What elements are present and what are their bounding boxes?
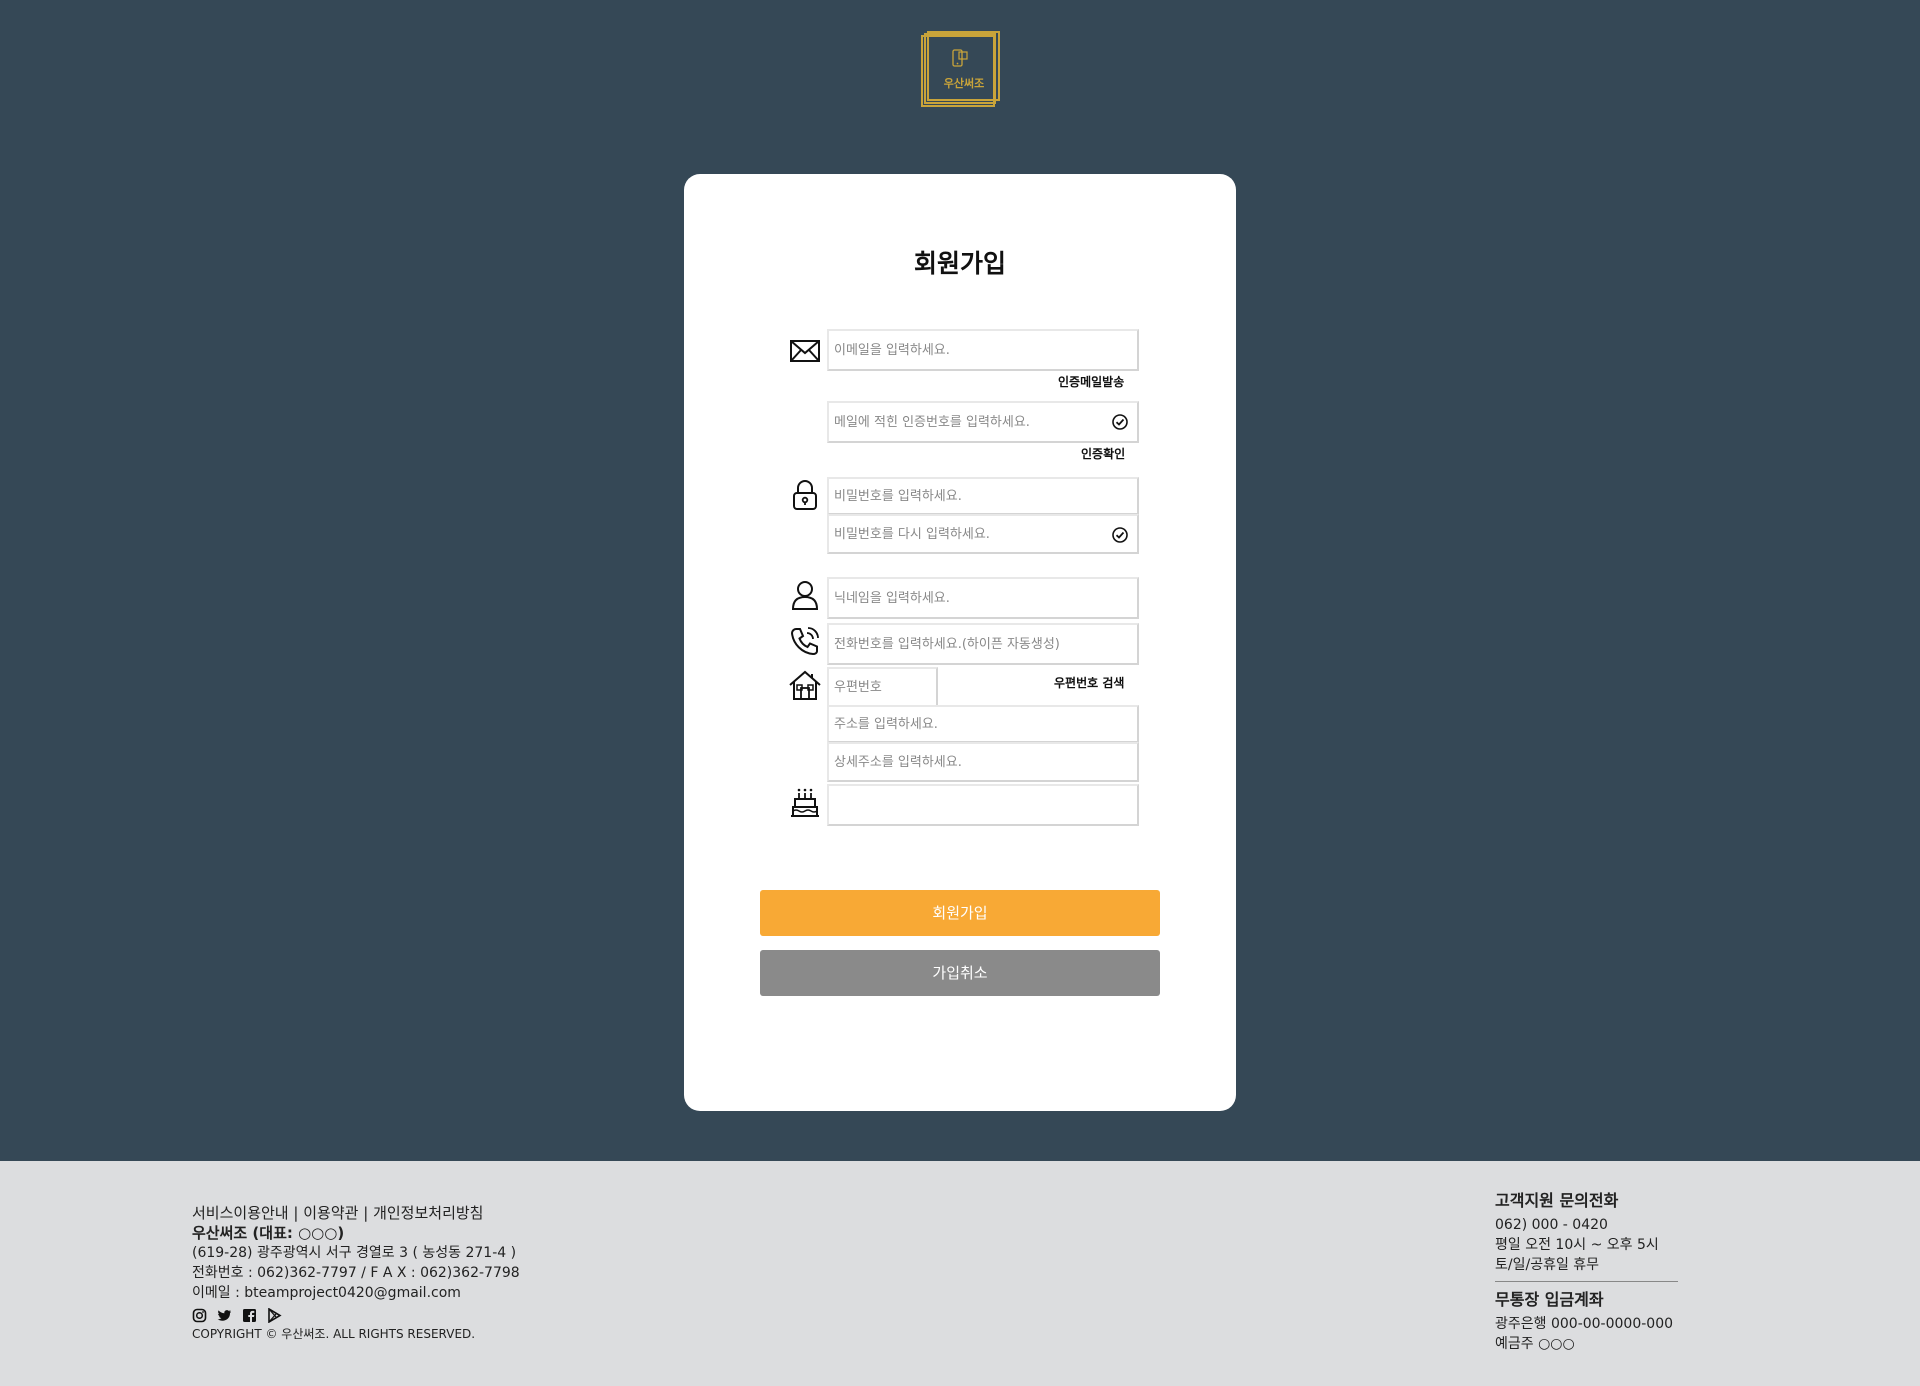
password-input[interactable] bbox=[829, 479, 1137, 513]
password-confirm-input[interactable] bbox=[829, 516, 1137, 552]
phone-icon bbox=[788, 624, 822, 658]
company-address: (619-28) 광주광역시 서구 경열로 3 ( 농성동 271-4 ) bbox=[192, 1245, 517, 1261]
address-field[interactable] bbox=[827, 705, 1139, 743]
password-field[interactable] bbox=[827, 477, 1139, 515]
support-holiday: 토/일/공휴일 휴무 bbox=[1495, 1257, 1600, 1273]
site-logo[interactable]: 우산써조 bbox=[921, 31, 1000, 108]
envelope-icon bbox=[788, 334, 822, 368]
address-detail-input[interactable] bbox=[829, 744, 1137, 780]
zipcode-search-button[interactable]: 우편번호 검색 bbox=[1054, 674, 1124, 691]
signup-card: 회원가입 인증메일발송 인증확인 우편번호 검색 bbox=[684, 174, 1236, 1111]
phone-input[interactable] bbox=[829, 625, 1137, 663]
nickname-input[interactable] bbox=[829, 579, 1137, 617]
support-hours: 평일 오전 10시 ~ 오후 5시 bbox=[1495, 1237, 1659, 1253]
birthday-field[interactable] bbox=[827, 784, 1139, 826]
site-footer: 서비스이용안내 | 이용약관 | 개인정보처리방침 우산써조 (대표: ○○○)… bbox=[0, 1161, 1920, 1386]
zipcode-field[interactable] bbox=[827, 667, 938, 707]
instagram-icon[interactable] bbox=[192, 1308, 207, 1323]
company-phone-fax: 전화번호 : 062)362-7797 / F A X : 062)362-77… bbox=[192, 1265, 520, 1281]
phone-logo-icon bbox=[952, 49, 968, 67]
bank-holder: 예금주 ○○○ bbox=[1495, 1336, 1575, 1352]
address-detail-field[interactable] bbox=[827, 742, 1139, 782]
email-field[interactable] bbox=[827, 329, 1139, 371]
bank-title: 무통장 입금계좌 bbox=[1495, 1290, 1604, 1309]
home-icon bbox=[788, 668, 822, 702]
check-circle-icon bbox=[1112, 414, 1128, 430]
terms-link[interactable]: 이용약관 bbox=[303, 1204, 358, 1222]
verification-code-field[interactable] bbox=[827, 401, 1139, 443]
birthday-input[interactable] bbox=[829, 786, 1137, 824]
footer-separator: | bbox=[293, 1204, 299, 1222]
lock-icon bbox=[788, 478, 822, 512]
cake-icon bbox=[788, 785, 822, 819]
company-name: 우산써조 (대표: ○○○) bbox=[192, 1224, 345, 1242]
twitter-icon[interactable] bbox=[217, 1308, 232, 1323]
footer-support-info: 고객지원 문의전화 062) 000 - 0420 평일 오전 10시 ~ 오후… bbox=[1495, 1191, 1678, 1354]
user-icon bbox=[788, 578, 822, 612]
send-verification-mail-button[interactable]: 인증메일발송 bbox=[1058, 373, 1124, 390]
support-phone: 062) 000 - 0420 bbox=[1495, 1217, 1608, 1233]
privacy-policy-link[interactable]: 개인정보처리방침 bbox=[373, 1204, 483, 1222]
email-input[interactable] bbox=[829, 331, 1137, 369]
footer-separator: | bbox=[363, 1204, 369, 1222]
password-confirm-field[interactable] bbox=[827, 514, 1139, 554]
social-links bbox=[192, 1306, 520, 1324]
company-email: 이메일 : bteamproject0420@gmail.com bbox=[192, 1285, 461, 1301]
bank-account: 광주은행 000-00-0000-000 bbox=[1495, 1316, 1674, 1332]
zipcode-input[interactable] bbox=[829, 669, 936, 705]
support-title: 고객지원 문의전화 bbox=[1495, 1191, 1619, 1210]
cancel-button[interactable]: 가입취소 bbox=[760, 950, 1160, 996]
check-circle-icon bbox=[1112, 527, 1128, 543]
facebook-icon[interactable] bbox=[242, 1308, 257, 1323]
footer-company-info: 서비스이용안내 | 이용약관 | 개인정보처리방침 우산써조 (대표: ○○○)… bbox=[192, 1203, 520, 1344]
phone-field[interactable] bbox=[827, 623, 1139, 665]
copyright: COPYRIGHT © 우산써조. ALL RIGHTS RESERVED. bbox=[192, 1327, 476, 1341]
divider bbox=[1495, 1281, 1678, 1282]
google-play-icon[interactable] bbox=[267, 1307, 282, 1323]
verify-code-button[interactable]: 인증확인 bbox=[1081, 445, 1125, 462]
nickname-field[interactable] bbox=[827, 577, 1139, 619]
logo-text: 우산써조 bbox=[943, 77, 985, 90]
join-button[interactable]: 회원가입 bbox=[760, 890, 1160, 936]
address-input[interactable] bbox=[829, 707, 1137, 741]
service-guide-link[interactable]: 서비스이용안내 bbox=[192, 1204, 289, 1222]
footer-links: 서비스이용안내 | 이용약관 | 개인정보처리방침 bbox=[192, 1203, 520, 1223]
verification-code-input[interactable] bbox=[829, 403, 1137, 441]
page-title: 회원가입 bbox=[913, 249, 1006, 278]
